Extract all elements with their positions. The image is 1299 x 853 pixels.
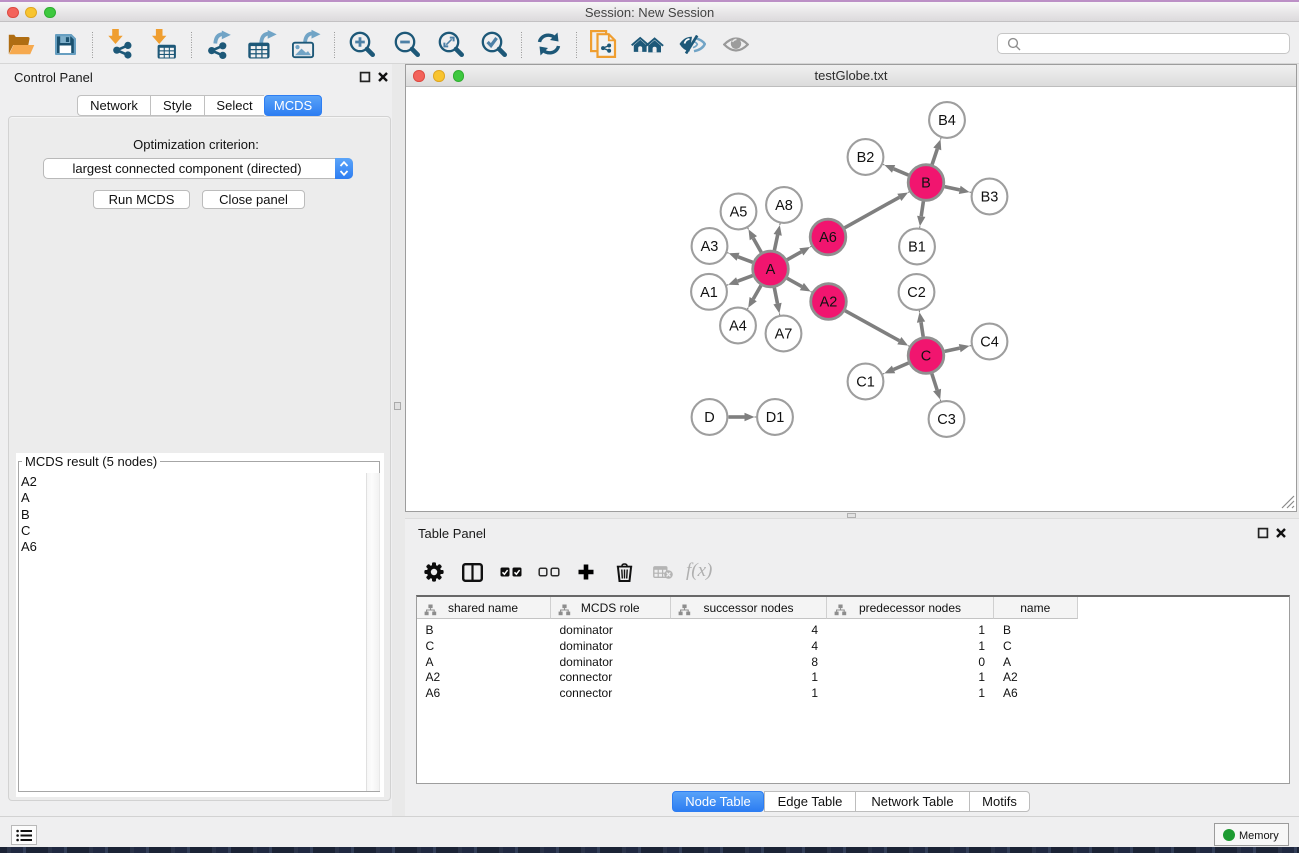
svg-text:C2: C2 bbox=[907, 285, 926, 301]
svg-text:A2: A2 bbox=[820, 295, 838, 311]
svg-text:A: A bbox=[766, 262, 776, 278]
svg-text:C1: C1 bbox=[856, 375, 875, 391]
svg-text:B1: B1 bbox=[908, 240, 926, 256]
svg-text:A7: A7 bbox=[775, 327, 793, 343]
svg-text:A3: A3 bbox=[701, 239, 719, 255]
svg-text:C: C bbox=[921, 349, 931, 365]
svg-text:B: B bbox=[921, 176, 931, 192]
svg-text:A4: A4 bbox=[729, 319, 747, 335]
svg-text:D1: D1 bbox=[766, 410, 785, 426]
svg-text:A8: A8 bbox=[775, 198, 793, 214]
svg-text:A1: A1 bbox=[700, 285, 718, 301]
svg-text:B4: B4 bbox=[938, 113, 956, 129]
svg-text:B2: B2 bbox=[857, 150, 875, 166]
svg-text:B3: B3 bbox=[981, 190, 999, 206]
svg-text:A6: A6 bbox=[819, 230, 837, 246]
svg-text:C3: C3 bbox=[937, 412, 956, 428]
svg-text:D: D bbox=[704, 410, 714, 426]
svg-text:C4: C4 bbox=[980, 335, 999, 351]
svg-text:A5: A5 bbox=[730, 205, 748, 221]
